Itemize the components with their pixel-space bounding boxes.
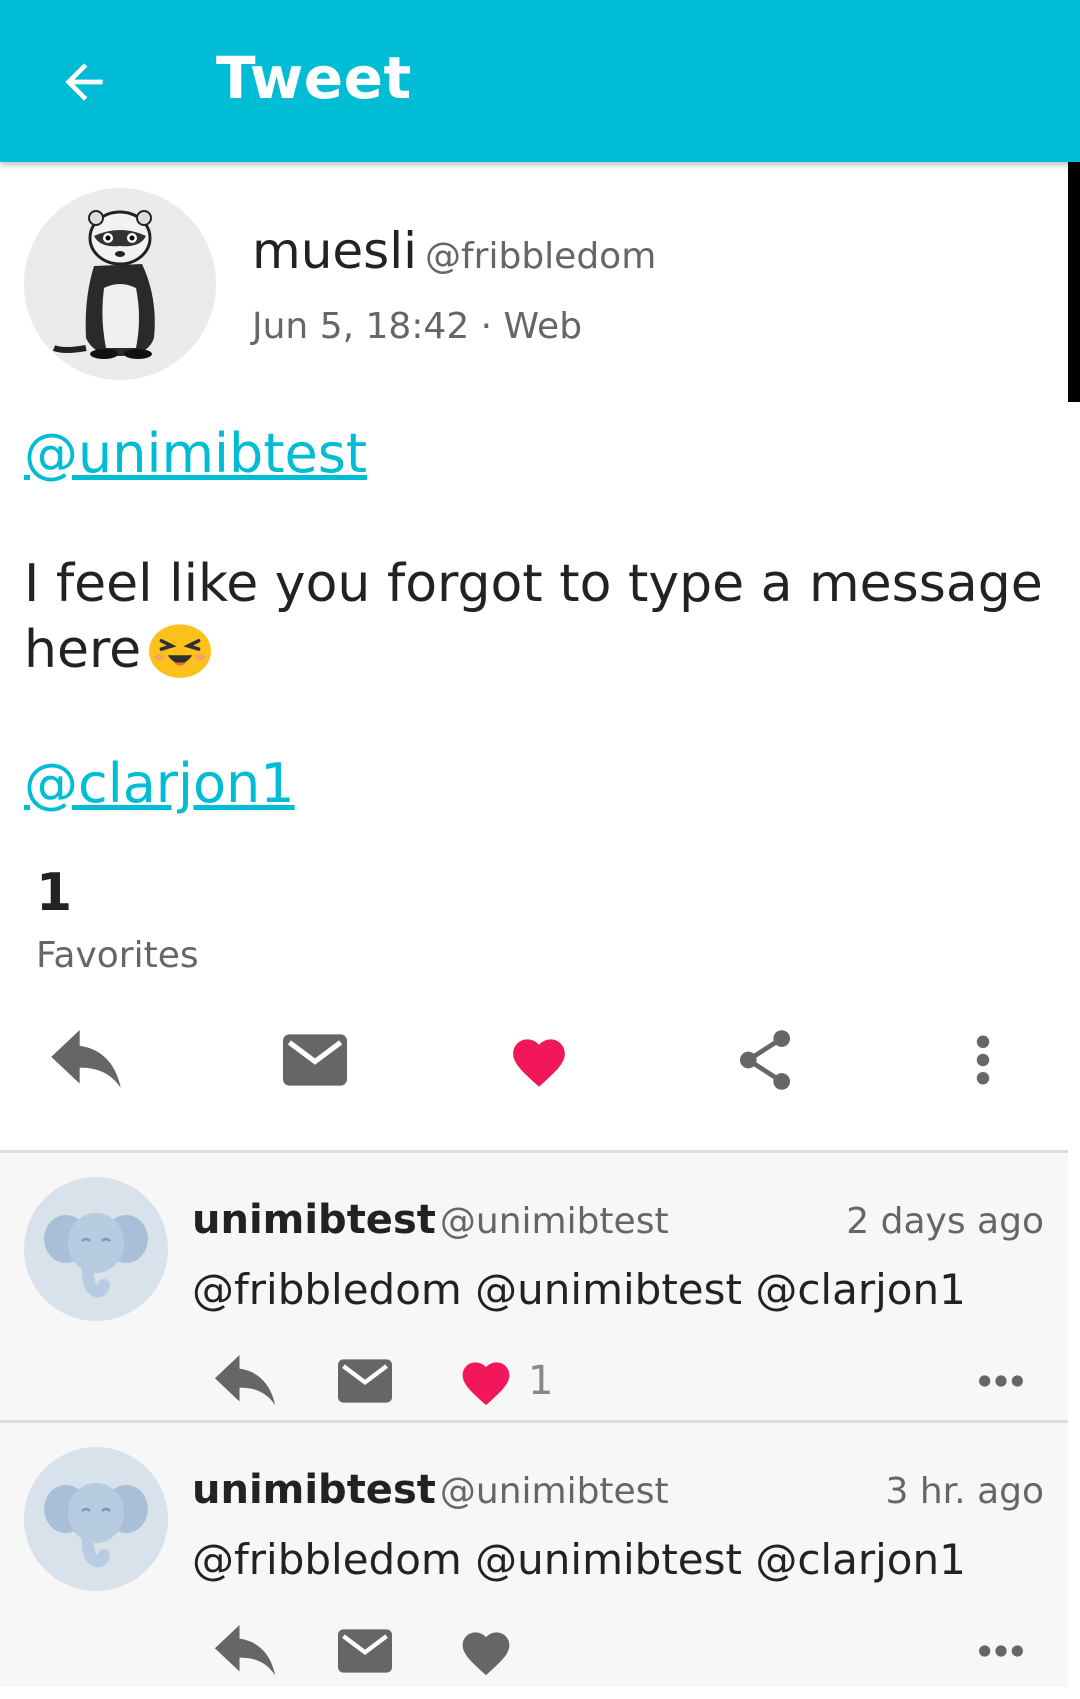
tweet-timestamp: Jun 5, 18:42 · Web: [252, 306, 583, 347]
more-options-button[interactable]: [968, 1020, 998, 1100]
reply-text: @fribbledom @unimibtest @clarjon1: [192, 1535, 966, 1584]
reply-icon: [214, 1625, 276, 1676]
favorite-button[interactable]: [458, 1619, 514, 1683]
like-count: 1: [528, 1358, 554, 1404]
tweet-detail: muesli @fribbledom Jun 5, 18:42 · Web @un…: [0, 162, 1068, 1687]
arrow-back-icon: [65, 63, 103, 101]
elephant-avatar-icon: [44, 1213, 148, 1298]
mail-icon: [283, 1034, 347, 1086]
back-button[interactable]: [48, 46, 120, 118]
reply-button[interactable]: [212, 1349, 278, 1413]
reply-header: unimibtest @unimibtest: [192, 1197, 669, 1243]
author-name-line: muesli @fribbledom: [252, 222, 656, 280]
reply-item[interactable]: unimibtest @unimibtest 3 hr. ago @fribble…: [0, 1420, 1068, 1687]
mail-icon: [338, 1629, 392, 1673]
tweet-actions: [0, 976, 1068, 1150]
share-icon: [739, 1030, 791, 1090]
ferret-avatar-icon: [52, 210, 155, 359]
more-horiz-icon: [979, 1375, 1023, 1387]
reply-time: 2 days ago: [846, 1201, 1044, 1242]
author-handle[interactable]: @fribbledom: [425, 236, 656, 277]
elephant-avatar-icon: [44, 1483, 148, 1568]
favorite-button[interactable]: 1: [458, 1349, 553, 1413]
tweet-text: I feel like you forgot to type a message…: [24, 551, 1044, 686]
reply-text: @fribbledom @unimibtest @clarjon1: [192, 1265, 966, 1314]
more-horiz-icon: [979, 1645, 1023, 1657]
avatar[interactable]: [24, 188, 216, 380]
reply-button[interactable]: [44, 1020, 128, 1100]
reply-icon: [214, 1355, 276, 1406]
heart-outline-icon: [462, 1632, 510, 1676]
avatar[interactable]: [24, 1177, 168, 1321]
direct-message-button[interactable]: [338, 1349, 392, 1413]
reply-author-handle[interactable]: @unimibtest: [440, 1201, 669, 1242]
reply-author-handle[interactable]: @unimibtest: [440, 1471, 669, 1512]
more-options-button[interactable]: [976, 1349, 1026, 1413]
direct-message-button[interactable]: [282, 1020, 348, 1100]
favorites-count: 1: [36, 863, 73, 923]
avatar[interactable]: [24, 1447, 168, 1591]
scrollbar[interactable]: [1068, 162, 1080, 402]
share-button[interactable]: [734, 1020, 796, 1100]
mention-link[interactable]: @unimibtest: [24, 422, 367, 485]
mention-link[interactable]: @clarjon1: [24, 752, 295, 815]
favorites-stats[interactable]: 1 Favorites: [0, 815, 1068, 976]
reply-icon: [51, 1030, 121, 1088]
more-vert-icon: [976, 1035, 990, 1085]
app-bar: Tweet: [0, 0, 1080, 162]
tweet-body: @unimibtest I feel like you forgot to ty…: [0, 394, 1068, 815]
favorites-label: Favorites: [36, 935, 199, 976]
mail-icon: [338, 1359, 392, 1403]
direct-message-button[interactable]: [338, 1619, 392, 1683]
reply-author-name[interactable]: unimibtest: [192, 1197, 436, 1243]
reply-time: 3 hr. ago: [885, 1471, 1044, 1512]
reply-header: unimibtest @unimibtest: [192, 1467, 669, 1513]
reply-button[interactable]: [212, 1619, 278, 1683]
more-options-button[interactable]: [976, 1619, 1026, 1683]
tweet-author: muesli @fribbledom Jun 5, 18:42 · Web: [0, 162, 1068, 394]
reply-author-name[interactable]: unimibtest: [192, 1467, 436, 1513]
page-title: Tweet: [216, 44, 412, 112]
reply-item[interactable]: unimibtest @unimibtest 2 days ago @fribbl…: [0, 1153, 1068, 1420]
author-name[interactable]: muesli: [252, 222, 417, 280]
favorite-button[interactable]: [506, 1020, 572, 1100]
heart-icon: [513, 1039, 565, 1087]
heart-icon: [462, 1362, 510, 1406]
laughing-emoji-icon: [149, 624, 212, 678]
